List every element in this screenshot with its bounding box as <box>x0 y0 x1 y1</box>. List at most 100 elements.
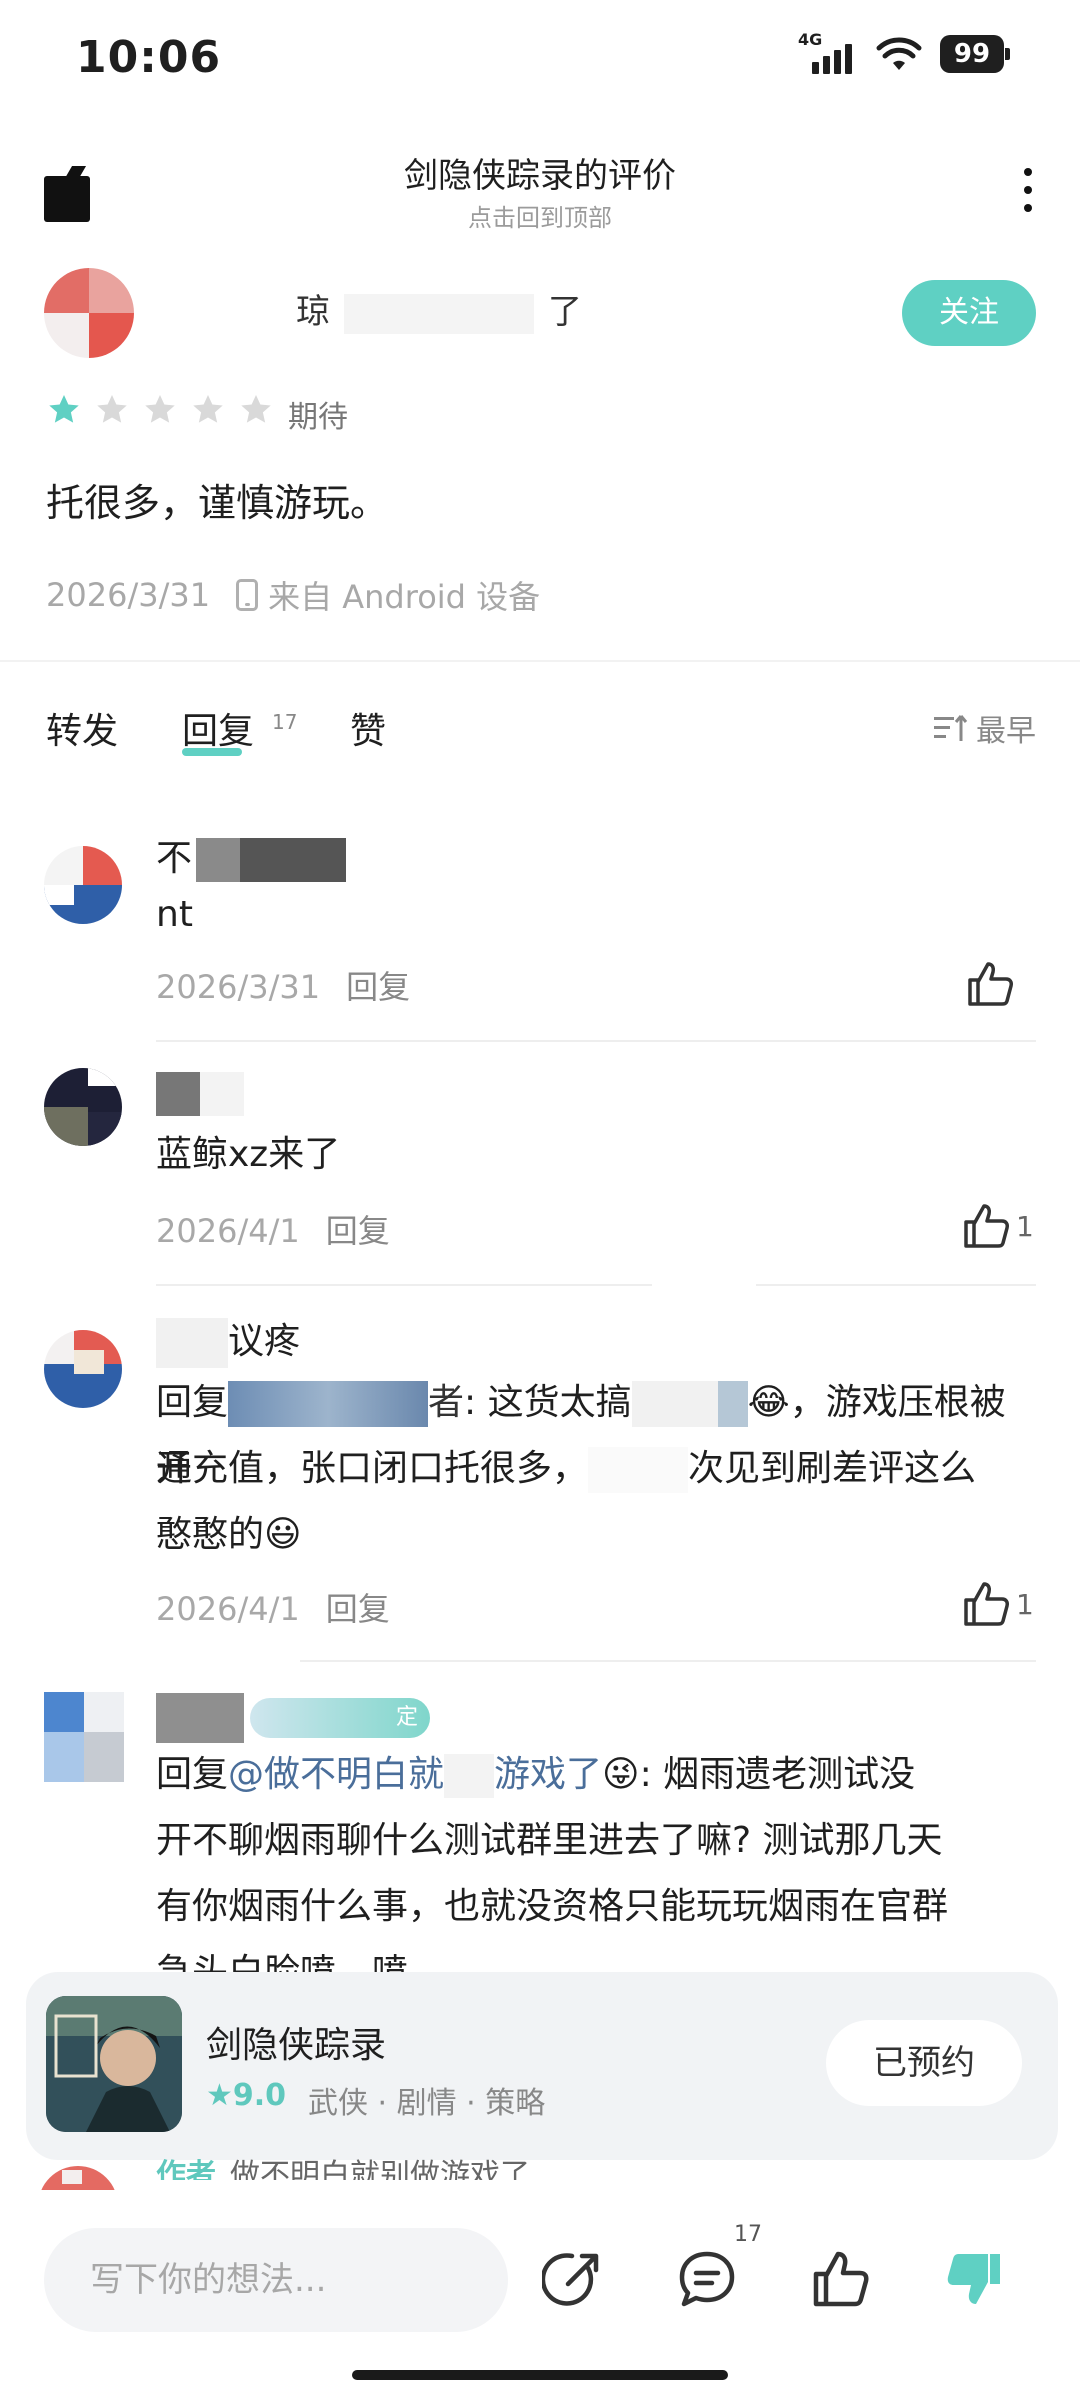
user-badge: 定 <box>250 1698 430 1738</box>
home-indicator <box>352 2370 728 2380</box>
comment-reply-button[interactable]: 回复 <box>326 1590 390 1628</box>
comment-reply-button[interactable]: 回复 <box>326 1212 390 1250</box>
comment-icon[interactable] <box>676 2248 738 2310</box>
comment-text-part: : 这货太搞 <box>464 1382 632 1423</box>
more-options-icon[interactable] <box>1022 168 1034 212</box>
game-rating-value: 9.0 <box>232 2078 287 2113</box>
comment-author[interactable] <box>156 1060 1036 1126</box>
review-body: 托很多，谨慎游玩。 <box>46 481 389 525</box>
share-icon[interactable] <box>542 2248 604 2310</box>
comment-separator <box>756 1284 1036 1286</box>
comment-separator <box>156 1284 652 1286</box>
bottom-action-bar: 写下你的想法... 17 <box>0 2190 1080 2400</box>
redacted-block <box>200 1072 244 1116</box>
comment-separator <box>300 1660 1036 1662</box>
redacted-block <box>156 1072 200 1116</box>
reply-target-suffix: 者 <box>428 1382 465 1423</box>
comment-date: 2026/4/1 <box>156 1590 300 1628</box>
game-tags: 武侠 · 剧情 · 策略 <box>308 2086 546 2121</box>
status-icons: 4G 99 <box>798 30 1010 74</box>
game-rating: ★9.0 <box>206 2078 286 2113</box>
comment-author-name: 不 <box>156 838 193 879</box>
rating-label: 期待 <box>288 400 348 435</box>
comment-author[interactable]: 议疼 <box>156 1318 1036 1368</box>
comment-text: 有你烟雨什么事，也就没资格只能玩玩烟雨在官群 <box>156 1886 949 1927</box>
comment-author-name: 议疼 <box>228 1321 301 1362</box>
tab-reply-count: 17 <box>272 710 298 734</box>
like-icon[interactable] <box>960 1578 1012 1630</box>
comment-text: 开不聊烟雨聊什么测试群里进去了嘛? 测试那几天 <box>156 1820 943 1861</box>
commenter-avatar[interactable] <box>44 1068 122 1146</box>
redacted-block <box>631 1381 718 1427</box>
redacted-block <box>717 1381 748 1427</box>
comment-date: 2026/4/1 <box>156 1212 300 1250</box>
comment-text-part: 通充值，张口闭口托很多， <box>156 1448 589 1489</box>
reviewer-name[interactable]: 琼了 <box>296 284 582 334</box>
status-bar: 10:06 4G 99 <box>0 0 1080 120</box>
page-title[interactable]: 剑隐侠踪录的评价 <box>0 148 1080 197</box>
game-icon <box>46 1996 182 2132</box>
commenter-avatar[interactable] <box>44 1692 124 1782</box>
tab-like[interactable]: 赞 <box>350 702 386 754</box>
review-detail-page: 10:06 4G 99 剑隐侠踪录的评价 点击回到顶部 琼 了 关注 期待 托很… <box>0 0 1080 2400</box>
star-empty-icon <box>97 395 127 423</box>
comment-text-part: : 烟雨遗老测试没 <box>639 1754 916 1795</box>
review-date: 2026/3/31 <box>46 576 211 614</box>
mention-link[interactable]: 游戏了 <box>494 1754 602 1795</box>
next-comment-text: 做不明白就别做游戏了 <box>230 2158 530 2180</box>
reply-tabs: 转发 回复 17 赞 最早 <box>46 702 1036 762</box>
star-rating <box>46 392 274 428</box>
cellular-signal-icon: 4G <box>798 30 858 74</box>
comment-author[interactable]: 定 <box>156 1692 1036 1743</box>
reviewer-avatar[interactable] <box>44 268 134 358</box>
comment-reply-button[interactable]: 回复 <box>346 968 410 1006</box>
back-to-top-hint[interactable]: 点击回到顶部 <box>0 198 1080 233</box>
commenter-avatar[interactable] <box>44 846 122 924</box>
tab-repost[interactable]: 转发 <box>46 702 118 754</box>
star-empty-icon <box>193 395 223 423</box>
comment-text: 通充值，张口闭口托很多， 次见到刷差评这么 <box>156 1436 1036 1502</box>
mention-link[interactable]: @做不明白就 <box>228 1754 444 1795</box>
battery-icon: 99 <box>940 35 1010 73</box>
redacted-block <box>588 1447 689 1493</box>
reply-prefix: 回复 <box>156 1754 229 1795</box>
star-empty-icon <box>145 395 175 423</box>
redacted-block <box>240 838 347 882</box>
comment-text: 憨憨的😃 <box>156 1502 1036 1568</box>
dislike-icon[interactable] <box>944 2248 1006 2310</box>
follow-button[interactable]: 关注 <box>902 280 1036 346</box>
tab-reply[interactable]: 回复 17 <box>182 702 298 756</box>
reviewer-name-suffix: 了 <box>548 292 582 332</box>
comment-separator <box>156 1040 1036 1042</box>
comment-date: 2026/3/31 <box>156 968 321 1006</box>
section-divider <box>0 660 1080 662</box>
sort-icon <box>934 715 968 741</box>
active-tab-indicator <box>182 748 242 756</box>
commenter-avatar[interactable] <box>44 1330 122 1408</box>
review-meta: 2026/3/31 来自 Android 设备 <box>46 572 540 618</box>
redacted-block <box>156 1318 228 1368</box>
comment-input[interactable]: 写下你的想法... <box>44 2228 508 2332</box>
status-time: 10:06 <box>76 32 222 83</box>
comment-meta: 2026/4/1 回复 <box>156 1584 390 1630</box>
redacted-name-block <box>344 293 534 334</box>
comment-text: 蓝鲸xz来了 <box>156 1134 341 1175</box>
redacted-block <box>228 1381 429 1427</box>
redacted-block <box>444 1754 495 1798</box>
like-icon[interactable] <box>810 2248 872 2310</box>
comment-text: 回复@做不明白就 游戏了😜: 烟雨遗老测试没 <box>156 1742 1036 1808</box>
phone-icon <box>236 579 259 611</box>
review-device-label: 来自 Android 设备 <box>268 578 541 616</box>
sort-button[interactable]: 最早 <box>934 706 1036 750</box>
star-filled-icon <box>49 395 79 423</box>
comment-count: 17 <box>734 2222 762 2247</box>
game-card[interactable]: 剑隐侠踪录 ★9.0 武侠 · 剧情 · 策略 已预约 <box>26 1972 1058 2160</box>
like-icon[interactable] <box>964 958 1016 1010</box>
reserved-button[interactable]: 已预约 <box>826 2020 1022 2106</box>
reply-prefix: 回复 <box>156 1382 229 1423</box>
tab-reply-label: 回复 <box>182 711 255 752</box>
battery-level: 99 <box>953 39 991 69</box>
like-icon[interactable] <box>960 1200 1012 1252</box>
next-comment-preview: 作者 做不明白就别做游戏了 <box>156 2150 530 2180</box>
author-tag: 作者 <box>156 2158 216 2180</box>
